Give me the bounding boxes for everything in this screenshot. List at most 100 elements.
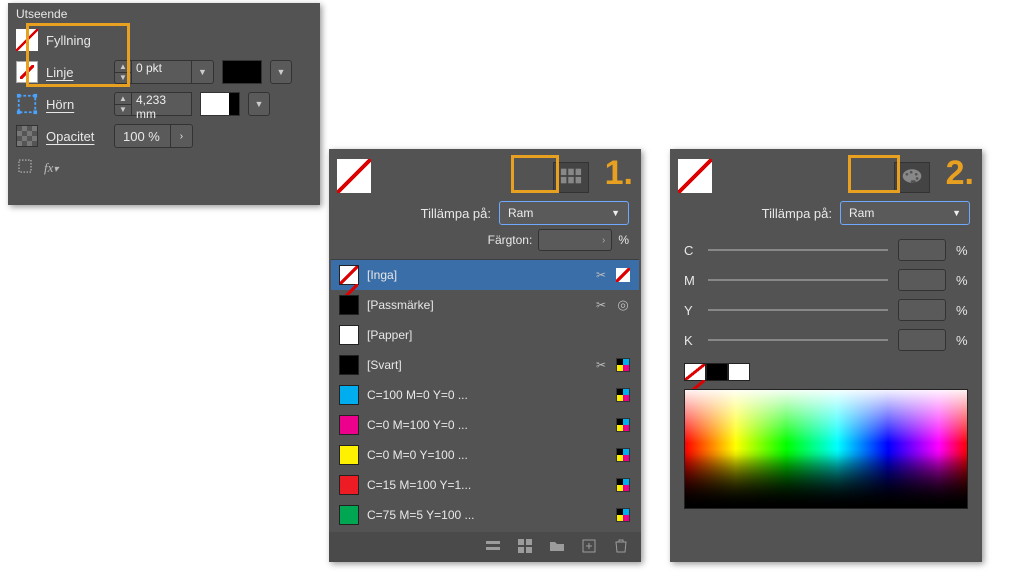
process-color-icon — [615, 387, 631, 403]
swatch-item[interactable]: [Passmärke] — [331, 290, 639, 320]
cmyk-row: Y% — [684, 295, 968, 325]
palette-icon[interactable] — [894, 162, 930, 193]
fx-row: fx▾ — [16, 157, 312, 178]
channel-slider[interactable] — [708, 309, 888, 311]
swatch-chip — [339, 265, 359, 285]
swatch-list: [Inga] [Passmärke] [Papper] [Svart] C=100 M=… — [331, 259, 639, 530]
swatch-view-icon[interactable] — [485, 538, 501, 557]
opacity-row: Opacitet 100 % › — [16, 121, 312, 151]
swatch-badges — [583, 327, 631, 343]
chevron-down-icon: ▼ — [952, 208, 961, 218]
fx-icon[interactable]: fx▾ — [44, 160, 58, 176]
active-fill-swatch[interactable] — [337, 159, 371, 193]
swatch-item[interactable]: C=0 M=0 Y=100 ... — [331, 440, 639, 470]
non-editable-icon — [593, 357, 609, 373]
folder-icon[interactable] — [549, 538, 565, 557]
spectrum-picker[interactable] — [684, 389, 968, 509]
channel-value[interactable] — [898, 239, 946, 261]
swatch-item[interactable]: [Papper] — [331, 320, 639, 350]
channel-slider[interactable] — [708, 339, 888, 341]
corner-spinner[interactable]: ▲▼ — [114, 92, 132, 116]
process-color-icon — [615, 357, 631, 373]
stroke-label[interactable]: Linje — [46, 65, 106, 80]
swatch-badges — [583, 417, 631, 433]
recent-swatches — [670, 359, 982, 389]
swatch-badges — [583, 267, 631, 283]
channel-value[interactable] — [898, 329, 946, 351]
swatch-badges — [583, 507, 631, 523]
apply-dropdown[interactable]: Ram ▼ — [499, 201, 629, 225]
apply-label: Tillämpa på: — [421, 206, 491, 221]
mini-none-swatch[interactable] — [684, 363, 706, 381]
swatch-name: [Papper] — [367, 328, 575, 342]
channel-slider[interactable] — [708, 249, 888, 251]
non-editable-icon — [593, 297, 609, 313]
percent-label: % — [956, 243, 968, 258]
corner-shape-dropdown[interactable]: ▼ — [248, 92, 270, 116]
stroke-weight-value[interactable]: 0 pkt — [132, 60, 192, 84]
swatch-name: C=100 M=0 Y=0 ... — [367, 388, 575, 402]
corner-value[interactable]: 4,233 mm — [132, 92, 192, 116]
channel-label: Y — [684, 303, 698, 318]
mini-white-swatch[interactable] — [728, 363, 750, 381]
stroke-row: Linje ▲▼ 0 pkt ▼ ▼ — [16, 57, 312, 87]
active-fill-swatch-2[interactable] — [678, 159, 712, 193]
stroke-weight-spinner[interactable]: ▲▼ — [114, 60, 132, 84]
tint-unit: % — [618, 233, 629, 247]
opacity-field[interactable]: 100 % › — [114, 124, 193, 148]
corner-row: Hörn ▲▼ 4,233 mm ▼ — [16, 89, 312, 119]
swatch-chip — [339, 505, 359, 525]
swatch-name: C=15 M=100 Y=1... — [367, 478, 575, 492]
channel-label: C — [684, 243, 698, 258]
cmyk-row: C% — [684, 235, 968, 265]
new-swatch-icon[interactable] — [581, 538, 597, 557]
apply-dropdown-2[interactable]: Ram ▼ — [840, 201, 970, 225]
fill-swatch-icon[interactable] — [16, 29, 38, 51]
swatch-name: [Svart] — [367, 358, 575, 372]
annotation-highlight-2 — [848, 155, 900, 193]
chevron-down-icon: ▼ — [611, 208, 620, 218]
swatch-item[interactable]: C=100 M=0 Y=0 ... — [331, 380, 639, 410]
stroke-weight-field[interactable]: ▲▼ 0 pkt ▼ — [114, 60, 214, 84]
opacity-label[interactable]: Opacitet — [46, 129, 106, 144]
swatch-item[interactable]: C=75 M=5 Y=100 ... — [331, 500, 639, 530]
new-swatch-group-icon[interactable] — [517, 538, 533, 557]
swatch-chip — [339, 355, 359, 375]
none-badge-icon — [615, 267, 631, 283]
stroke-swatch-icon[interactable] — [16, 61, 38, 83]
opacity-value[interactable]: 100 % — [115, 129, 170, 144]
non-editable-icon — [593, 267, 609, 283]
channel-value[interactable] — [898, 269, 946, 291]
cmyk-row: M% — [684, 265, 968, 295]
tint-field[interactable]: › — [538, 229, 612, 251]
swatch-badges — [583, 357, 631, 373]
swatch-item[interactable]: [Inga] — [331, 260, 639, 290]
percent-label: % — [956, 273, 968, 288]
channel-value[interactable] — [898, 299, 946, 321]
corner-value-field[interactable]: ▲▼ 4,233 mm — [114, 92, 192, 116]
registration-icon — [615, 297, 631, 313]
percent-label: % — [956, 333, 968, 348]
swatch-chip — [339, 475, 359, 495]
panel-title: Utseende — [16, 7, 312, 21]
mini-black-swatch[interactable] — [706, 363, 728, 381]
swatch-item[interactable]: C=15 M=100 Y=1... — [331, 470, 639, 500]
opacity-popout[interactable]: › — [170, 125, 192, 147]
swatch-name: [Passmärke] — [367, 298, 575, 312]
cmyk-sliders: C%M%Y%K% — [670, 229, 982, 359]
corner-shape-well[interactable] — [200, 92, 240, 116]
trash-icon[interactable] — [613, 538, 629, 557]
swatch-grid-icon[interactable] — [553, 162, 589, 193]
swatch-item[interactable]: [Svart] — [331, 350, 639, 380]
swatch-item[interactable]: C=0 M=100 Y=0 ... — [331, 410, 639, 440]
channel-slider[interactable] — [708, 279, 888, 281]
stroke-weight-dropdown[interactable]: ▼ — [192, 60, 214, 84]
channel-label: M — [684, 273, 698, 288]
stroke-color-dropdown[interactable]: ▼ — [270, 60, 292, 84]
fill-label[interactable]: Fyllning — [46, 33, 106, 48]
corner-label[interactable]: Hörn — [46, 97, 106, 112]
stroke-color-well[interactable] — [222, 60, 262, 84]
apply-value-2: Ram — [849, 206, 874, 220]
corner-icon — [16, 93, 38, 115]
isolate-icon[interactable] — [16, 157, 34, 178]
